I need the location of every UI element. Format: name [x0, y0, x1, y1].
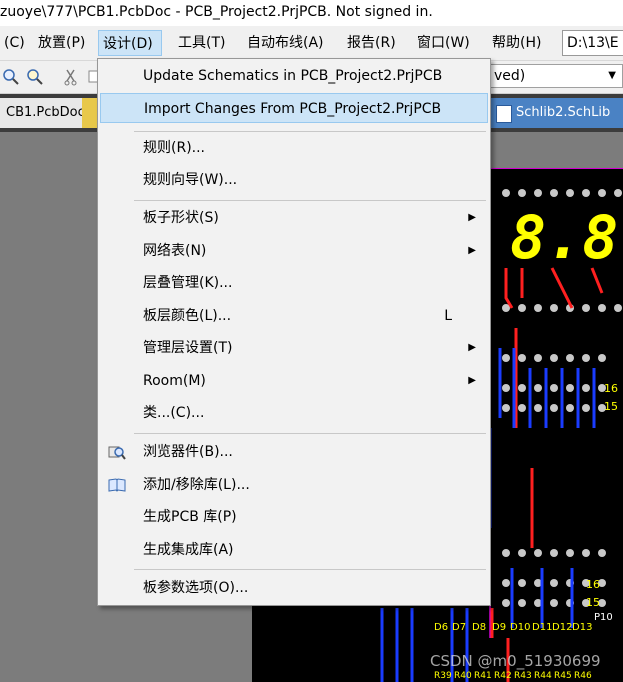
- tab-pcb[interactable]: CB1.PcbDoc: [0, 98, 85, 128]
- pcb-label: D10: [510, 622, 530, 633]
- tab-schlib-label: Schlib2.SchLib: [516, 105, 611, 120]
- pcb-label: R44: [534, 671, 552, 681]
- tab-schlib[interactable]: Schlib2.SchLib: [490, 98, 623, 128]
- menu-item-label: 管理层设置(T): [143, 340, 233, 356]
- menu-item-make-pcb-library[interactable]: 生成PCB 库(P): [100, 502, 488, 532]
- menu-item-board-shape[interactable]: 板子形状(S) ▶: [100, 203, 488, 233]
- design-menu: Update Schematics in PCB_Project2.PrjPCB…: [97, 58, 491, 606]
- pcb-label: D8: [472, 622, 486, 633]
- menu-item-browse-components[interactable]: 浏览器件(B)...: [100, 437, 488, 467]
- zoom-selected-icon[interactable]: [26, 68, 44, 86]
- menu-item-label: 生成PCB 库(P): [143, 509, 237, 525]
- red-tracks: [490, 267, 604, 682]
- pcb-label: R41: [474, 671, 492, 681]
- menu-item-label: 生成集成库(A): [143, 542, 234, 558]
- menu-item-label: 浏览器件(B)...: [143, 444, 233, 460]
- pcb-label: 15: [604, 400, 618, 413]
- menu-item-label: 添加/移除库(L)...: [143, 477, 250, 493]
- pcb-label: D11: [532, 622, 552, 633]
- seven-segment-display: 8.8.8: [510, 203, 623, 273]
- pcb-label: R45: [554, 671, 572, 681]
- menu-item-label: 板参数选项(O)...: [143, 580, 249, 596]
- document-icon: [496, 105, 512, 123]
- menu-item-room[interactable]: Room(M) ▶: [100, 366, 488, 396]
- submenu-arrow-icon: ▶: [468, 212, 476, 223]
- menu-item-label: Update Schematics in PCB_Project2.PrjPCB: [143, 68, 443, 84]
- pcb-label: R40: [454, 671, 472, 681]
- menu-c[interactable]: (C): [0, 30, 29, 56]
- view-config-combo[interactable]: ved) ▼: [487, 64, 623, 88]
- menu-help[interactable]: 帮助(H): [488, 30, 545, 56]
- window-title: zuoye\777\PCB1.PcbDoc - PCB_Project2.Prj…: [0, 0, 623, 26]
- pcb-label: D12: [552, 622, 572, 633]
- svg-text:8.8.8: 8.8.8: [510, 203, 623, 273]
- menu-item-rule-wizard[interactable]: 规则向导(W)...: [100, 165, 488, 195]
- menu-item-layer-stack[interactable]: 层叠管理(K)...: [100, 268, 488, 298]
- menu-item-label: 板子形状(S): [143, 210, 219, 226]
- menu-reports[interactable]: 报告(R): [343, 30, 400, 56]
- chevron-down-icon: ▼: [608, 70, 616, 81]
- menu-window[interactable]: 窗口(W): [413, 30, 474, 56]
- watermark: CSDN @m0_51930699: [430, 652, 601, 670]
- menu-item-layer-sets[interactable]: 管理层设置(T) ▶: [100, 333, 488, 363]
- menu-design[interactable]: 设计(D): [98, 30, 162, 56]
- menu-separator: [134, 131, 486, 132]
- menu-separator: [134, 569, 486, 570]
- pcb-label: D13: [572, 622, 592, 633]
- menu-bar: (C) 放置(P) 设计(D) 工具(T) 自动布线(A) 报告(R) 窗口(W…: [0, 26, 623, 61]
- submenu-arrow-icon: ▶: [468, 245, 476, 256]
- pcb-label: D9: [492, 622, 506, 633]
- pcb-label: 16: [604, 382, 618, 395]
- pcb-label: P10: [594, 612, 613, 623]
- menu-autoroute[interactable]: 自动布线(A): [243, 30, 328, 56]
- menu-item-netlist[interactable]: 网络表(N) ▶: [100, 236, 488, 266]
- menu-item-label: 层叠管理(K)...: [143, 275, 233, 291]
- menu-separator: [134, 200, 486, 201]
- menu-item-update-schematics[interactable]: Update Schematics in PCB_Project2.PrjPCB: [100, 61, 488, 91]
- menu-item-make-integrated-library[interactable]: 生成集成库(A): [100, 535, 488, 565]
- zoom-fit-icon[interactable]: [2, 68, 20, 86]
- menu-tools[interactable]: 工具(T): [174, 30, 229, 56]
- combo-value: ved): [494, 68, 526, 84]
- menu-item-label: 规则(R)...: [143, 140, 206, 156]
- menu-item-label: 网络表(N): [143, 243, 207, 259]
- library-book-icon: [108, 478, 126, 492]
- pcb-label: R42: [494, 671, 512, 681]
- menu-item-label: Room(M): [143, 373, 206, 389]
- browse-components-icon: [108, 446, 126, 460]
- pcb-label: R43: [514, 671, 532, 681]
- menu-item-board-options[interactable]: 板参数选项(O)...: [100, 573, 488, 603]
- submenu-arrow-icon: ▶: [468, 375, 476, 386]
- menu-item-label: 类...(C)...: [143, 405, 205, 421]
- cut-icon[interactable]: [62, 68, 80, 86]
- menu-item-add-remove-library[interactable]: 添加/移除库(L)...: [100, 470, 488, 500]
- menu-place[interactable]: 放置(P): [34, 30, 89, 56]
- menu-item-layer-colors[interactable]: 板层颜色(L)... L: [100, 301, 488, 331]
- pcb-label: D6: [434, 622, 448, 633]
- pcb-label: 16: [586, 578, 600, 591]
- path-field[interactable]: D:\13\E: [562, 30, 623, 56]
- menu-item-rules[interactable]: 规则(R)...: [100, 133, 488, 163]
- menu-item-classes[interactable]: 类...(C)...: [100, 398, 488, 428]
- menu-item-label: Import Changes From PCB_Project2.PrjPCB: [144, 101, 442, 117]
- pcb-label: 15: [586, 596, 600, 609]
- menu-separator: [134, 433, 486, 434]
- menu-item-shortcut: L: [444, 308, 452, 324]
- menu-item-label: 板层颜色(L)...: [143, 308, 232, 324]
- menu-item-import-changes[interactable]: Import Changes From PCB_Project2.PrjPCB: [100, 93, 488, 123]
- pcb-label: D7: [452, 622, 466, 633]
- pcb-label: R46: [574, 671, 592, 681]
- menu-item-label: 规则向导(W)...: [143, 172, 238, 188]
- submenu-arrow-icon: ▶: [468, 342, 476, 353]
- pcb-label: R39: [434, 671, 452, 681]
